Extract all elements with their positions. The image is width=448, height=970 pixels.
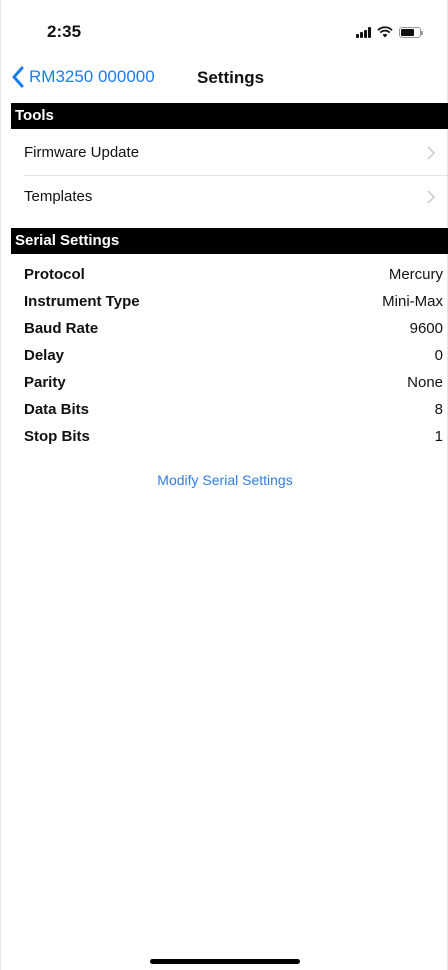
protocol-value: Mercury [388,266,443,283]
data-bits-row: Data Bits 8 [11,399,443,422]
baud-rate-label: Baud Rate [24,320,99,337]
back-label: RM3250 000000 [29,67,155,86]
chevron-left-icon [12,66,24,88]
modify-serial-settings-button[interactable]: Modify Serial Settings [1,472,448,488]
firmware-update-label: Firmware Update [24,144,140,161]
battery-icon [399,26,423,38]
firmware-update-row[interactable]: Firmware Update [11,131,448,175]
parity-value: None [407,374,443,391]
delay-label: Delay [24,347,65,364]
navigation-bar: RM3250 000000 Settings [1,60,448,100]
section-header-serial-settings: Serial Settings [11,228,448,254]
instrument-type-value: Mini-Max [382,293,443,310]
stop-bits-value: 1 [434,428,443,445]
signal-icon [356,26,371,38]
protocol-row: Protocol Mercury [11,264,443,287]
protocol-label: Protocol [24,266,85,283]
templates-row[interactable]: Templates [11,175,448,219]
section-header-tools: Tools [11,103,448,129]
back-button[interactable]: RM3250 000000 [11,66,155,88]
status-bar: 2:35 [1,0,448,60]
data-bits-value: 8 [434,401,443,418]
parity-label: Parity [24,374,66,391]
screen: 2:35 RM3250 000000 Settings Tools Firmwa… [0,0,448,970]
delay-value: 0 [434,347,443,364]
status-time: 2:35 [47,22,82,41]
page-title: Settings [197,68,265,87]
delay-row: Delay 0 [11,345,443,368]
baud-rate-value: 9600 [409,320,443,337]
wifi-icon [377,26,393,38]
templates-label: Templates [24,188,93,205]
parity-row: Parity None [11,372,443,395]
stop-bits-label: Stop Bits [24,428,90,445]
chevron-right-icon [427,190,435,204]
instrument-type-row: Instrument Type Mini-Max [11,291,443,314]
stop-bits-row: Stop Bits 1 [11,426,443,449]
instrument-type-label: Instrument Type [24,293,140,310]
chevron-right-icon [427,146,435,160]
home-indicator[interactable] [150,959,300,964]
data-bits-label: Data Bits [24,401,90,418]
status-icons [356,26,423,38]
baud-rate-row: Baud Rate 9600 [11,318,443,341]
